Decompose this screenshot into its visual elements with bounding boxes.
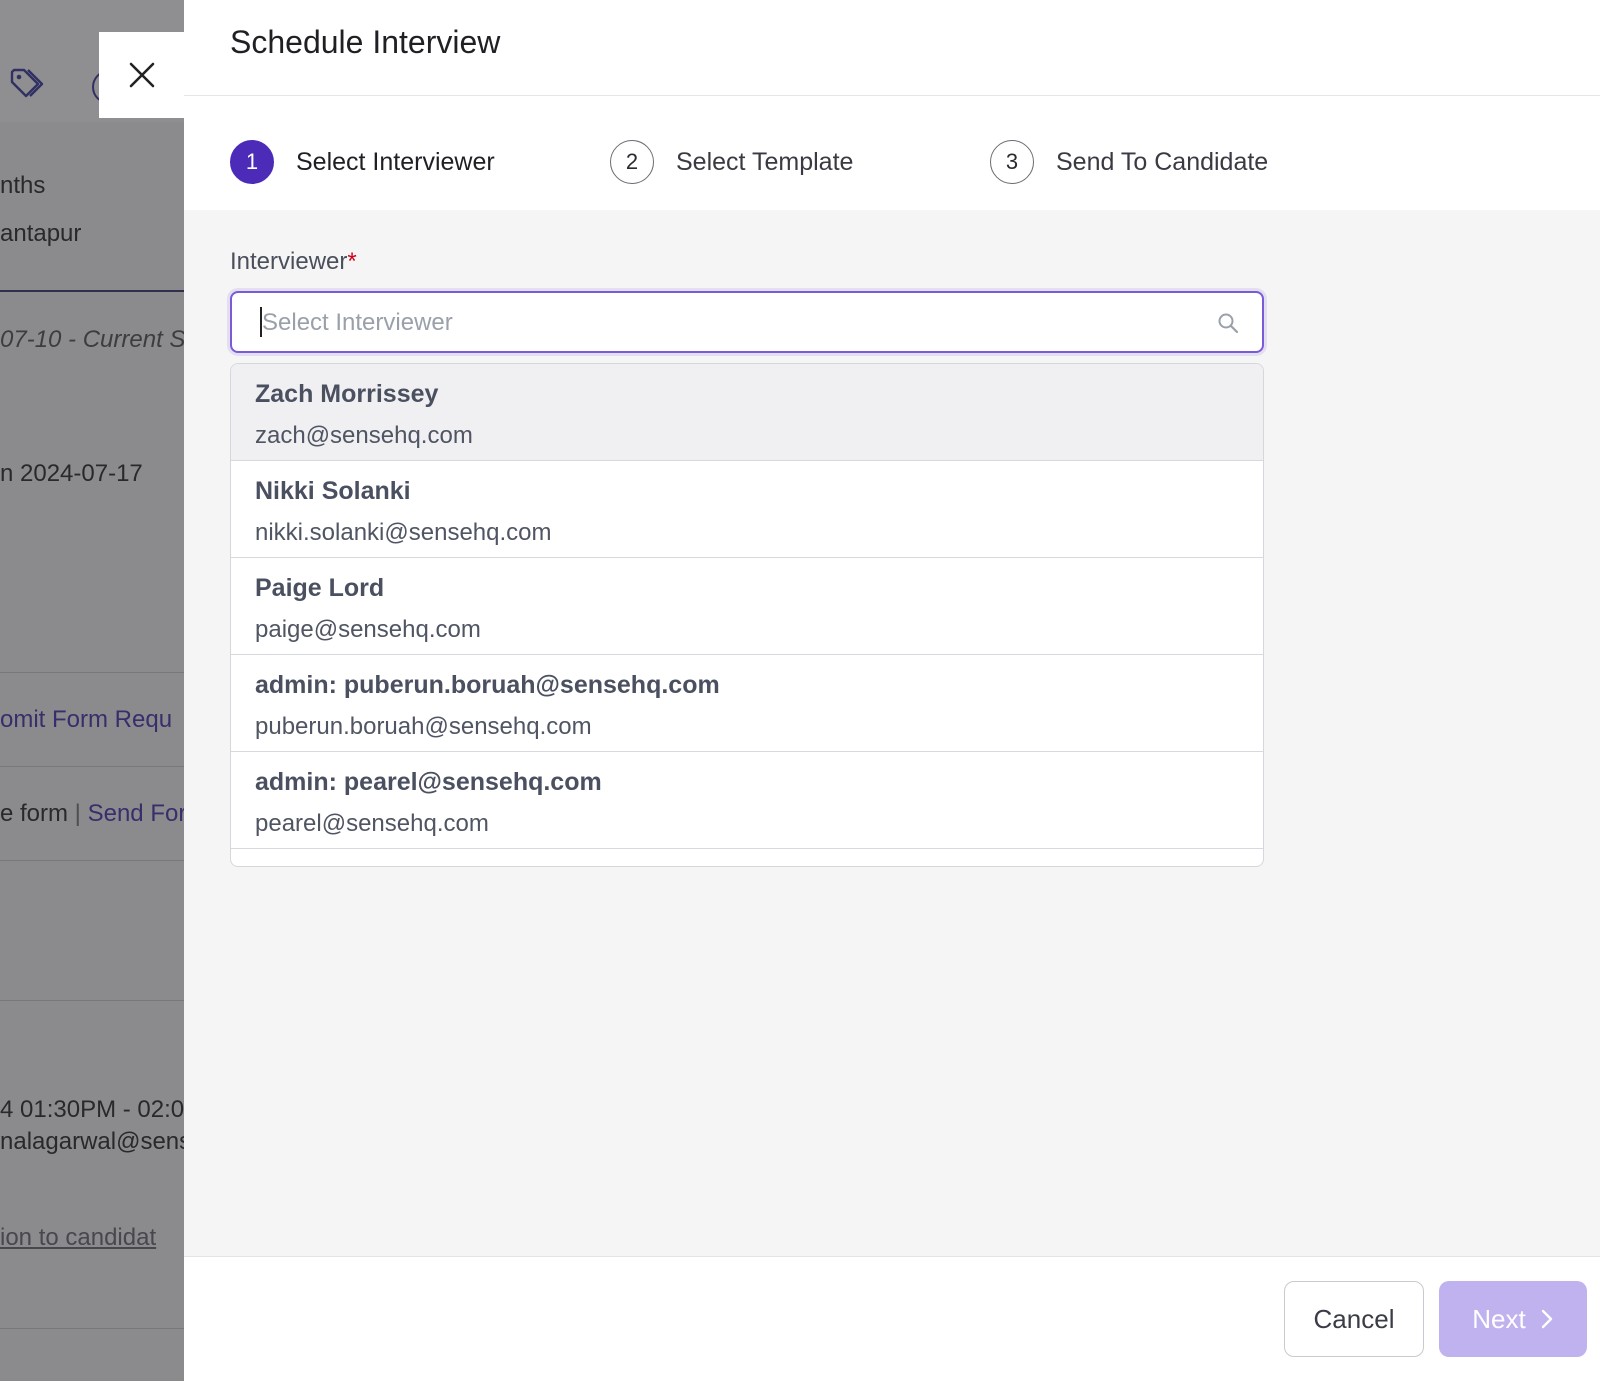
bg-link-candidate[interactable]: ion to candidat <box>0 1224 156 1252</box>
bg-text-form: e form <box>0 800 69 827</box>
schedule-interview-panel: Schedule Interview 1 Select Interviewer … <box>184 0 1600 1381</box>
interviewer-dropdown: Zach Morrissey zach@sensehq.com Nikki So… <box>230 363 1264 867</box>
option-name: Nikki Solanki <box>255 477 411 505</box>
modal-overlay[interactable] <box>0 0 184 1380</box>
option-email: paige@sensehq.com <box>255 616 481 643</box>
option-email: puberun.boruah@sensehq.com <box>255 713 592 740</box>
option-name: Paige Lord <box>255 574 385 602</box>
option-email: zach@sensehq.com <box>255 422 473 449</box>
step-select-template[interactable]: 2 Select Template <box>610 140 853 184</box>
close-button[interactable] <box>99 32 184 118</box>
bg-text-email: nalagarwal@sens <box>0 1128 184 1155</box>
step-label: Select Interviewer <box>296 147 495 176</box>
panel-header: Schedule Interview <box>184 0 1600 96</box>
panel-footer: Cancel Next <box>184 1256 1600 1381</box>
list-item[interactable]: Paige Lord paige@sensehq.com <box>231 558 1263 655</box>
step-number: 3 <box>990 140 1034 184</box>
bg-link-submit-form[interactable]: omit Form Requ <box>0 706 172 734</box>
bg-text-time: 4 01:30PM - 02:0 <box>0 1096 184 1123</box>
chevron-right-icon <box>1541 1309 1552 1329</box>
next-label: Next <box>1472 1303 1526 1334</box>
tag-icon <box>10 68 44 98</box>
text-caret <box>260 307 262 337</box>
bg-link-send-form[interactable]: Send For <box>88 800 184 827</box>
required-mark: * <box>347 248 357 275</box>
interviewer-label: Interviewer* <box>230 248 357 275</box>
option-email: pearel@sensehq.com <box>255 810 489 837</box>
search-icon <box>1218 313 1239 334</box>
interviewer-search-input[interactable] <box>260 293 1204 353</box>
step-select-interviewer[interactable]: 1 Select Interviewer <box>230 140 495 184</box>
interviewer-select[interactable] <box>230 291 1264 353</box>
bg-text-duration: nths <box>0 172 46 199</box>
stepper: 1 Select Interviewer 2 Select Template 3… <box>184 96 1600 210</box>
background-page: nths antapur 07-10 - Current S n 2024-07… <box>0 0 184 1380</box>
step-number: 1 <box>230 140 274 184</box>
step-label: Send To Candidate <box>1056 147 1269 176</box>
option-name: admin: puberun.boruah@sensehq.com <box>255 671 720 699</box>
bg-text-location: antapur <box>0 220 82 247</box>
list-item[interactable]: admin: puberun.boruah@sensehq.com puberu… <box>231 655 1263 752</box>
cancel-button[interactable]: Cancel <box>1284 1281 1424 1357</box>
page-title: Schedule Interview <box>230 24 501 60</box>
step-send-to-candidate[interactable]: 3 Send To Candidate <box>990 140 1268 184</box>
option-name: admin: pearel@sensehq.com <box>255 768 602 796</box>
bg-text-date: n 2024-07-17 <box>0 460 143 487</box>
next-button[interactable]: Next <box>1439 1281 1587 1357</box>
list-item[interactable]: Zach Morrissey zach@sensehq.com <box>231 364 1263 461</box>
step-label: Select Template <box>676 147 854 176</box>
step-number: 2 <box>610 140 654 184</box>
bg-text-period: 07-10 - Current S <box>0 326 184 353</box>
option-email: nikki.solanki@sensehq.com <box>255 519 552 546</box>
list-item[interactable]: admin: pearel@sensehq.com pearel@sensehq… <box>231 752 1263 849</box>
option-name: Zach Morrissey <box>255 380 439 408</box>
close-icon <box>129 62 154 88</box>
list-item[interactable]: Nikki Solanki nikki.solanki@sensehq.com <box>231 461 1263 558</box>
